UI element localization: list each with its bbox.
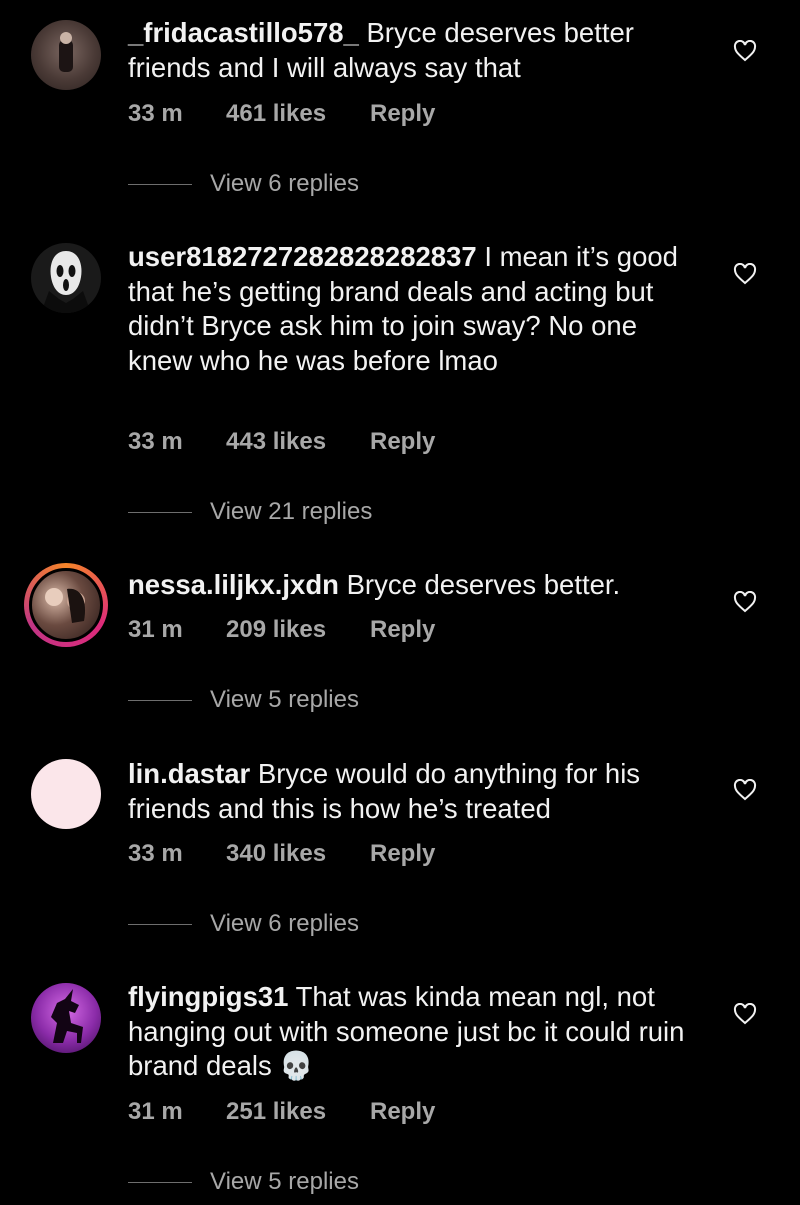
comment-meta: 33 m 443 likes Reply: [128, 428, 435, 456]
comment-text: _fridacastillo578_ Bryce deserves better…: [128, 16, 698, 85]
divider-line: [128, 923, 192, 925]
like-heart-icon[interactable]: [733, 40, 757, 62]
person-photo-icon: [59, 32, 73, 72]
view-replies-button[interactable]: View 6 replies: [128, 910, 359, 938]
comment-time: 31 m: [128, 616, 183, 643]
comment-time: 33 m: [128, 100, 183, 127]
ghostface-icon: [41, 251, 91, 313]
view-replies-label: View 21 replies: [210, 498, 373, 525]
story-ring-avatar[interactable]: [24, 563, 108, 647]
like-heart-icon[interactable]: [733, 779, 757, 801]
comment-meta: 31 m 251 likes Reply: [128, 1098, 435, 1126]
view-replies-button[interactable]: View 6 replies: [128, 170, 359, 198]
comment-time: 31 m: [128, 1098, 183, 1125]
view-replies-label: View 5 replies: [210, 1168, 359, 1195]
comment-likes[interactable]: 209 likes: [226, 616, 370, 644]
comment-username[interactable]: user8182727282828282837: [128, 241, 477, 272]
comment-likes[interactable]: 461 likes: [226, 100, 370, 128]
like-heart-icon[interactable]: [733, 591, 757, 613]
view-replies-button[interactable]: View 21 replies: [128, 498, 372, 526]
reply-button[interactable]: Reply: [370, 100, 435, 128]
comment-meta: 31 m 209 likes Reply: [128, 616, 435, 644]
view-replies-label: View 6 replies: [210, 910, 359, 937]
reply-button[interactable]: Reply: [370, 1098, 435, 1126]
comment-text: user8182727282828282837 I mean it’s good…: [128, 240, 698, 378]
comment-time: 33 m: [128, 428, 183, 455]
reply-button[interactable]: Reply: [370, 428, 435, 456]
comment-likes[interactable]: 251 likes: [226, 1098, 370, 1126]
comment-meta: 33 m 461 likes Reply: [128, 100, 435, 128]
comment-likes[interactable]: 443 likes: [226, 428, 370, 456]
comment-meta: 33 m 340 likes Reply: [128, 840, 435, 868]
couple-photo-icon: [45, 588, 86, 623]
divider-line: [128, 183, 192, 185]
comment-likes[interactable]: 340 likes: [226, 840, 370, 868]
comment-text: nessa.liljkx.jxdn Bryce deserves better.: [128, 568, 698, 603]
user-avatar[interactable]: [31, 20, 101, 90]
unicorn-icon: [51, 989, 83, 1043]
like-heart-icon[interactable]: [733, 263, 757, 285]
comment-username[interactable]: flyingpigs31: [128, 981, 288, 1012]
like-heart-icon[interactable]: [733, 1003, 757, 1025]
comment-username[interactable]: nessa.liljkx.jxdn: [128, 569, 339, 600]
user-avatar[interactable]: [31, 759, 101, 829]
comment-text: lin.dastar Bryce would do anything for h…: [128, 757, 698, 826]
reply-button[interactable]: Reply: [370, 616, 435, 644]
user-avatar[interactable]: [31, 243, 101, 313]
comment-body: Bryce deserves better.: [346, 569, 621, 600]
view-replies-button[interactable]: View 5 replies: [128, 1168, 359, 1196]
view-replies-label: View 6 replies: [210, 170, 359, 197]
divider-line: [128, 699, 192, 701]
user-avatar[interactable]: [31, 983, 101, 1053]
comment-time: 33 m: [128, 840, 183, 867]
comment-text: flyingpigs31 That was kinda mean ngl, no…: [128, 980, 698, 1084]
comment-username[interactable]: _fridacastillo578_: [128, 17, 359, 48]
comment-username[interactable]: lin.dastar: [128, 758, 250, 789]
view-replies-label: View 5 replies: [210, 686, 359, 713]
divider-line: [128, 511, 192, 513]
divider-line: [128, 1181, 192, 1183]
reply-button[interactable]: Reply: [370, 840, 435, 868]
view-replies-button[interactable]: View 5 replies: [128, 686, 359, 714]
